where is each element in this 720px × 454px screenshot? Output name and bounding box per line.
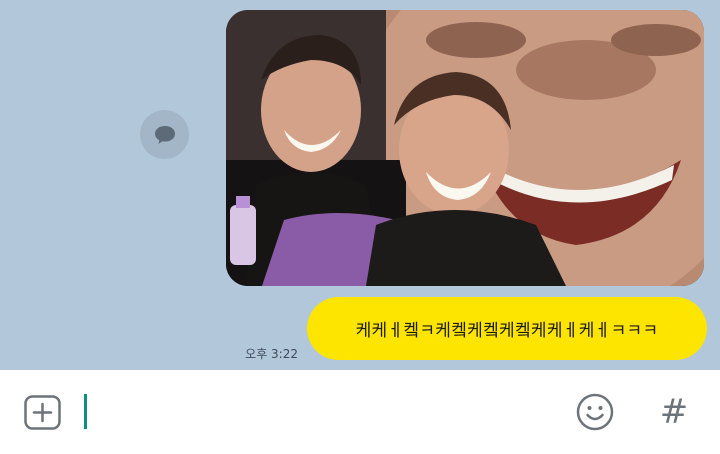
text-caret — [84, 394, 87, 429]
message-input-bar: # — [0, 370, 720, 454]
message-timestamp: 오후 3:22 — [245, 347, 298, 361]
chat-area[interactable]: 오후 3:22 케케ㅔ켘ㅋ케켘케켘케켘케케ㅔ케ㅔㅋㅋㅋ — [0, 0, 720, 370]
photo-message[interactable] — [226, 10, 704, 286]
emoji-button[interactable] — [576, 393, 614, 431]
laughing-men-photo — [226, 10, 704, 286]
plus-square-icon — [24, 395, 61, 430]
chat-screen: 오후 3:22 케케ㅔ켘ㅋ케켘케켘케켘케케ㅔ케ㅔㅋㅋㅋ # — [0, 0, 720, 454]
share-button[interactable] — [140, 110, 189, 159]
speech-bubble-icon — [154, 125, 175, 144]
message-input[interactable] — [80, 388, 550, 436]
add-button[interactable] — [24, 395, 61, 430]
smiley-icon — [576, 393, 614, 431]
message-bubble[interactable]: 케케ㅔ켘ㅋ케켘케켘케켘케케ㅔ케ㅔㅋㅋㅋ — [307, 297, 707, 360]
hash-button[interactable]: # — [654, 390, 694, 434]
hash-icon: # — [659, 392, 689, 432]
